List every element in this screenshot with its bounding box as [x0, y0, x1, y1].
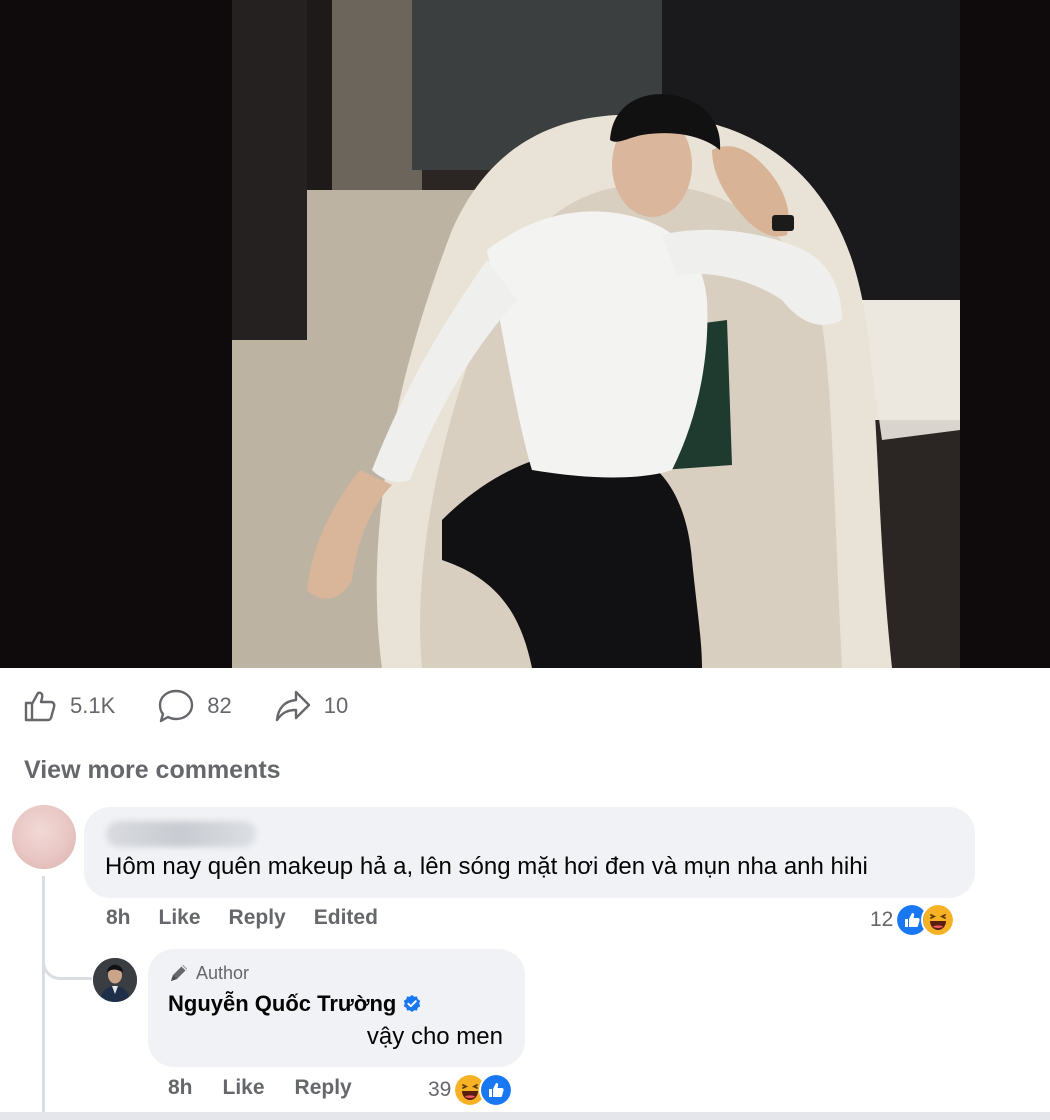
verified-badge-icon — [404, 995, 421, 1012]
reply-reactions[interactable]: 39 — [428, 1073, 514, 1107]
reply-author-name-text[interactable]: Nguyễn Quốc Trường — [168, 991, 396, 1017]
commenter-name-blurred[interactable] — [106, 821, 256, 847]
pen-icon — [171, 965, 187, 981]
comment-reactions[interactable]: 12 — [870, 903, 956, 937]
comment-reply-button[interactable]: Reply — [229, 906, 286, 930]
comment-timestamp[interactable]: 8h — [106, 906, 131, 930]
author-badge-label: Author — [196, 962, 250, 983]
comment-like-button[interactable]: Like — [159, 906, 201, 930]
like-action[interactable]: 5.1K — [22, 688, 115, 724]
thread-connector — [42, 952, 92, 980]
thumbs-up-icon — [24, 691, 56, 722]
reply-text: vậy cho men — [366, 1023, 503, 1050]
post-action-bar: 5.1K 82 10 — [22, 684, 390, 728]
like-count: 5.1K — [70, 693, 116, 718]
comment-bubble-icon — [159, 689, 194, 723]
comment-edited-label[interactable]: Edited — [314, 906, 378, 930]
share-action[interactable]: 10 — [274, 688, 348, 724]
bottom-divider — [0, 1112, 1050, 1120]
reply-author-name[interactable]: Nguyễn Quốc Trường — [168, 991, 422, 1017]
share-count: 10 — [323, 693, 349, 718]
comment-reaction-count: 12 — [870, 908, 894, 931]
reply-reaction-count: 39 — [428, 1078, 452, 1101]
haha-icon — [921, 903, 956, 937]
reply-reply-button[interactable]: Reply — [295, 1076, 352, 1100]
comment-count: 82 — [207, 693, 232, 718]
post-photo[interactable] — [232, 0, 960, 668]
view-more-comments-link[interactable]: View more comments — [24, 756, 281, 785]
comment-action[interactable]: 82 — [157, 687, 232, 725]
reply-like-button[interactable]: Like — [223, 1076, 265, 1100]
like-icon — [479, 1073, 514, 1107]
thread-line — [42, 876, 45, 1114]
comment-meta: 8h Like Reply Edited — [106, 906, 406, 930]
post-photo-area — [0, 0, 1050, 668]
author-badge: Author — [168, 962, 249, 984]
reply-meta: 8h Like Reply — [168, 1076, 382, 1100]
share-arrow-icon — [275, 690, 310, 722]
commenter-avatar[interactable] — [12, 805, 76, 869]
reply-bubble: Author Nguyễn Quốc Trường vậy cho men — [148, 949, 525, 1067]
reply-timestamp[interactable]: 8h — [168, 1076, 193, 1100]
comment-text: Hôm nay quên makeup hả a, lên sóng mặt h… — [105, 853, 868, 880]
comment-bubble: Hôm nay quên makeup hả a, lên sóng mặt h… — [84, 807, 975, 898]
author-avatar[interactable] — [93, 958, 137, 1002]
